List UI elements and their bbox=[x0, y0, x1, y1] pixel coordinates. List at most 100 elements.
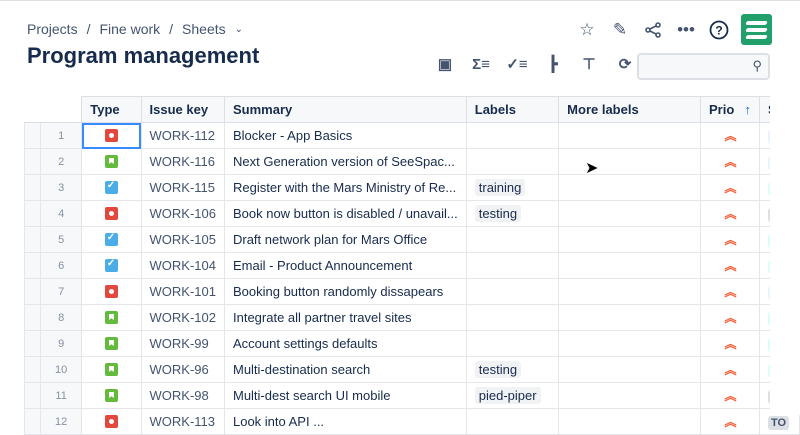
row-handle[interactable] bbox=[24, 408, 41, 435]
issue-key[interactable]: WORK-112 bbox=[140, 122, 225, 149]
labels-cell[interactable]: testing bbox=[465, 356, 560, 383]
issue-key[interactable]: WORK-104 bbox=[140, 252, 225, 279]
hierarchy-icon[interactable]: ┣ bbox=[542, 53, 564, 75]
priority-highest-icon[interactable]: ︽ bbox=[700, 330, 760, 357]
issue-key[interactable]: WORK-99 bbox=[140, 330, 225, 357]
table-row[interactable]: 4 WORK-106 Book now button is disabled /… bbox=[24, 200, 800, 227]
summary[interactable]: Booking button randomly dissapears bbox=[223, 278, 467, 305]
labels-cell[interactable] bbox=[465, 226, 560, 253]
labels-cell[interactable] bbox=[465, 408, 560, 435]
type-cell[interactable] bbox=[81, 330, 142, 357]
search-input[interactable]: ⚲ bbox=[637, 53, 770, 80]
priority-highest-icon[interactable]: ︽ bbox=[700, 304, 760, 331]
labels-cell[interactable] bbox=[465, 330, 560, 357]
col-issue-key[interactable]: Issue key bbox=[140, 96, 225, 123]
summary[interactable]: Next Generation version of SeeSpac... bbox=[223, 148, 467, 175]
priority-highest-icon[interactable]: ︽ bbox=[700, 252, 760, 279]
summary[interactable]: Look into API ... bbox=[223, 408, 467, 435]
type-cell[interactable] bbox=[81, 148, 142, 175]
summary[interactable]: Draft network plan for Mars Office bbox=[223, 226, 467, 253]
issue-key[interactable]: WORK-116 bbox=[140, 148, 225, 175]
summary[interactable]: Register with the Mars Ministry of Re... bbox=[223, 174, 467, 201]
more-labels-cell[interactable] bbox=[558, 148, 701, 175]
table-row[interactable]: 1 WORK-112 Blocker - App Basics ︽ IN bbox=[24, 122, 800, 149]
col-summary[interactable]: Summary bbox=[223, 96, 467, 123]
issue-key[interactable]: WORK-101 bbox=[140, 278, 225, 305]
row-handle[interactable] bbox=[24, 122, 41, 149]
table-row[interactable]: 8 WORK-102 Integrate all partner travel … bbox=[24, 304, 800, 331]
row-handle[interactable] bbox=[24, 200, 41, 227]
type-cell[interactable] bbox=[81, 252, 142, 279]
sum-icon[interactable]: Σ≡ bbox=[470, 53, 492, 75]
summary[interactable]: Book now button is disabled / unavail... bbox=[223, 200, 467, 227]
labels-cell[interactable] bbox=[465, 122, 560, 149]
labels-cell[interactable] bbox=[465, 304, 560, 331]
more-labels-cell[interactable] bbox=[558, 304, 701, 331]
chevron-down-icon[interactable]: ⌄ bbox=[235, 24, 243, 35]
app-logo-icon[interactable] bbox=[741, 14, 772, 45]
row-handle[interactable] bbox=[24, 226, 41, 253]
priority-highest-icon[interactable]: ︽ bbox=[700, 200, 760, 227]
breadcrumb-sheets[interactable]: Sheets bbox=[182, 21, 226, 37]
table-row[interactable]: 5 WORK-105 Draft network plan for Mars O… bbox=[24, 226, 800, 253]
summary[interactable]: Integrate all partner travel sites bbox=[223, 304, 467, 331]
row-handle[interactable] bbox=[24, 330, 41, 357]
table-row[interactable]: 9 WORK-99 Account settings defaults ︽ DO bbox=[24, 330, 800, 357]
share-icon[interactable] bbox=[642, 19, 664, 41]
col-more-labels[interactable]: More labels bbox=[558, 96, 701, 123]
issue-key[interactable]: WORK-96 bbox=[140, 356, 225, 383]
row-handle[interactable] bbox=[24, 252, 41, 279]
checklist-icon[interactable]: ✓≡ bbox=[506, 53, 528, 75]
more-labels-cell[interactable] bbox=[558, 356, 701, 383]
col-labels[interactable]: Labels bbox=[465, 96, 560, 123]
priority-highest-icon[interactable]: ︽ bbox=[700, 122, 760, 149]
row-handle[interactable] bbox=[24, 174, 41, 201]
type-cell[interactable] bbox=[81, 174, 142, 201]
type-cell[interactable] bbox=[81, 382, 142, 409]
paint-roller-icon[interactable]: ⊤ bbox=[578, 53, 600, 75]
issue-key[interactable]: WORK-106 bbox=[140, 200, 225, 227]
labels-cell[interactable] bbox=[465, 252, 560, 279]
labels-cell[interactable] bbox=[465, 278, 560, 305]
table-row[interactable]: 11 WORK-98 Multi-dest search UI mobile p… bbox=[24, 382, 800, 409]
more-labels-cell[interactable] bbox=[558, 226, 701, 253]
type-cell[interactable] bbox=[81, 226, 142, 253]
row-handle[interactable] bbox=[24, 356, 41, 383]
more-labels-cell[interactable] bbox=[558, 174, 701, 201]
pencil-icon[interactable]: ✎ bbox=[609, 19, 631, 41]
table-row[interactable]: 6 WORK-104 Email - Product Announcement … bbox=[24, 252, 800, 279]
priority-highest-icon[interactable]: ︽ bbox=[700, 356, 760, 383]
more-labels-cell[interactable] bbox=[558, 122, 701, 149]
more-labels-cell[interactable] bbox=[558, 382, 701, 409]
star-icon[interactable]: ☆ bbox=[576, 19, 598, 41]
table-row[interactable]: 2 WORK-116 Next Generation version of Se… bbox=[24, 148, 800, 175]
row-handle[interactable] bbox=[24, 304, 41, 331]
issue-key[interactable]: WORK-105 bbox=[140, 226, 225, 253]
row-handle[interactable] bbox=[24, 148, 41, 175]
help-icon[interactable]: ? bbox=[708, 19, 730, 41]
summary[interactable]: Email - Product Announcement bbox=[223, 252, 467, 279]
breadcrumb-projects[interactable]: Projects bbox=[27, 21, 78, 37]
table-row[interactable]: 7 WORK-101 Booking button randomly dissa… bbox=[24, 278, 800, 305]
history-icon[interactable]: ▣ bbox=[434, 53, 456, 75]
type-cell[interactable] bbox=[81, 356, 142, 383]
type-cell[interactable] bbox=[81, 278, 142, 305]
type-cell[interactable] bbox=[81, 304, 142, 331]
labels-cell[interactable]: training bbox=[465, 174, 560, 201]
labels-cell[interactable]: pied-piper bbox=[465, 382, 560, 409]
summary[interactable]: Multi-destination search bbox=[223, 356, 467, 383]
col-prio[interactable]: Prio ↑ bbox=[700, 96, 760, 123]
priority-highest-icon[interactable]: ︽ bbox=[700, 174, 760, 201]
priority-highest-icon[interactable]: ︽ bbox=[700, 408, 760, 435]
table-row[interactable]: 3 WORK-115 Register with the Mars Minist… bbox=[24, 174, 800, 201]
sort-ascending-icon[interactable]: ↑ bbox=[745, 102, 752, 117]
row-handle[interactable] bbox=[24, 278, 41, 305]
priority-highest-icon[interactable]: ︽ bbox=[700, 278, 760, 305]
summary[interactable]: Account settings defaults bbox=[223, 330, 467, 357]
more-labels-cell[interactable] bbox=[558, 252, 701, 279]
priority-highest-icon[interactable]: ︽ bbox=[700, 148, 760, 175]
priority-highest-icon[interactable]: ︽ bbox=[700, 226, 760, 253]
labels-cell[interactable]: testing bbox=[465, 200, 560, 227]
table-row[interactable]: 10 WORK-96 Multi-destination search test… bbox=[24, 356, 800, 383]
summary[interactable]: Blocker - App Basics bbox=[223, 122, 467, 149]
